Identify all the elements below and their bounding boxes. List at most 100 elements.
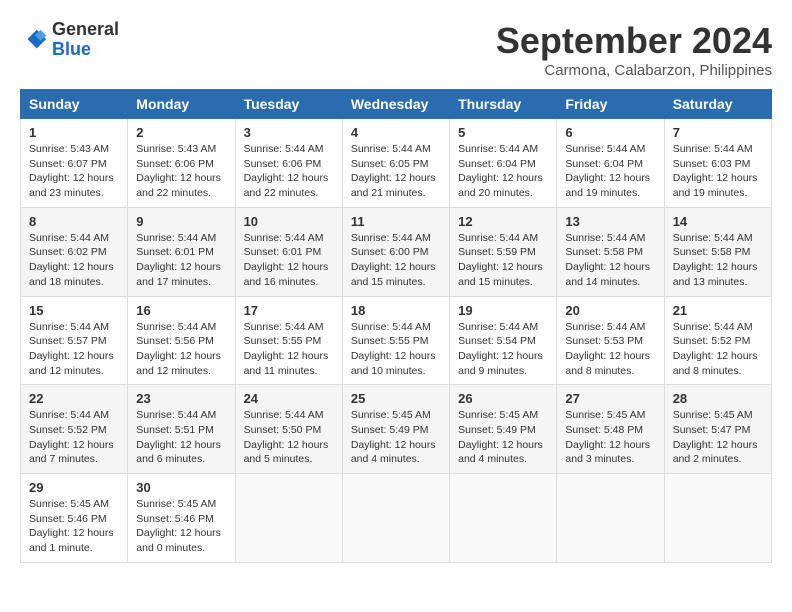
sunrise-label: Sunrise: 5:44 AM (458, 143, 538, 155)
day-number: 22 (29, 391, 119, 406)
day-info: Sunrise: 5:43 AM Sunset: 6:06 PM Dayligh… (136, 142, 226, 201)
sunrise-label: Sunrise: 5:44 AM (458, 232, 538, 244)
calendar-header-row: SundayMondayTuesdayWednesdayThursdayFrid… (21, 90, 772, 119)
day-number: 19 (458, 303, 548, 318)
sunset-label: Sunset: 5:55 PM (244, 335, 322, 347)
day-info: Sunrise: 5:44 AM Sunset: 5:59 PM Dayligh… (458, 231, 548, 290)
sunset-label: Sunset: 6:01 PM (136, 246, 214, 258)
calendar-cell: 21 Sunrise: 5:44 AM Sunset: 5:52 PM Dayl… (664, 296, 771, 385)
daylight-label: Daylight: 12 hours and 11 minutes. (244, 350, 329, 377)
daylight-label: Daylight: 12 hours and 20 minutes. (458, 172, 543, 199)
day-number: 8 (29, 214, 119, 229)
sunset-label: Sunset: 5:53 PM (565, 335, 643, 347)
sunset-label: Sunset: 5:48 PM (565, 424, 643, 436)
sunset-label: Sunset: 5:54 PM (458, 335, 536, 347)
sunset-label: Sunset: 5:49 PM (458, 424, 536, 436)
calendar-body: 1 Sunrise: 5:43 AM Sunset: 6:07 PM Dayli… (21, 119, 772, 563)
calendar-cell: 17 Sunrise: 5:44 AM Sunset: 5:55 PM Dayl… (235, 296, 342, 385)
day-number: 5 (458, 125, 548, 140)
calendar-cell: 2 Sunrise: 5:43 AM Sunset: 6:06 PM Dayli… (128, 119, 235, 208)
logo-icon (20, 26, 48, 54)
day-info: Sunrise: 5:44 AM Sunset: 5:52 PM Dayligh… (29, 408, 119, 467)
calendar-cell: 24 Sunrise: 5:44 AM Sunset: 5:50 PM Dayl… (235, 385, 342, 474)
sunrise-label: Sunrise: 5:44 AM (565, 143, 645, 155)
day-number: 27 (565, 391, 655, 406)
day-number: 21 (673, 303, 763, 318)
day-info: Sunrise: 5:44 AM Sunset: 5:55 PM Dayligh… (244, 320, 334, 379)
day-number: 13 (565, 214, 655, 229)
day-info: Sunrise: 5:44 AM Sunset: 5:55 PM Dayligh… (351, 320, 441, 379)
daylight-label: Daylight: 12 hours and 2 minutes. (673, 439, 758, 466)
calendar-cell: 9 Sunrise: 5:44 AM Sunset: 6:01 PM Dayli… (128, 207, 235, 296)
daylight-label: Daylight: 12 hours and 18 minutes. (29, 261, 114, 288)
calendar-header-saturday: Saturday (664, 90, 771, 119)
calendar-cell: 15 Sunrise: 5:44 AM Sunset: 5:57 PM Dayl… (21, 296, 128, 385)
calendar-cell: 8 Sunrise: 5:44 AM Sunset: 6:02 PM Dayli… (21, 207, 128, 296)
day-info: Sunrise: 5:44 AM Sunset: 6:06 PM Dayligh… (244, 142, 334, 201)
logo-blue: Blue (52, 40, 119, 60)
day-info: Sunrise: 5:45 AM Sunset: 5:47 PM Dayligh… (673, 408, 763, 467)
sunrise-label: Sunrise: 5:44 AM (136, 321, 216, 333)
day-number: 25 (351, 391, 441, 406)
calendar-cell: 22 Sunrise: 5:44 AM Sunset: 5:52 PM Dayl… (21, 385, 128, 474)
day-number: 12 (458, 214, 548, 229)
daylight-label: Daylight: 12 hours and 0 minutes. (136, 527, 221, 554)
day-number: 1 (29, 125, 119, 140)
day-info: Sunrise: 5:45 AM Sunset: 5:49 PM Dayligh… (458, 408, 548, 467)
sunset-label: Sunset: 5:47 PM (673, 424, 751, 436)
daylight-label: Daylight: 12 hours and 19 minutes. (565, 172, 650, 199)
day-number: 23 (136, 391, 226, 406)
daylight-label: Daylight: 12 hours and 14 minutes. (565, 261, 650, 288)
day-info: Sunrise: 5:44 AM Sunset: 5:57 PM Dayligh… (29, 320, 119, 379)
sunset-label: Sunset: 5:51 PM (136, 424, 214, 436)
day-info: Sunrise: 5:44 AM Sunset: 5:51 PM Dayligh… (136, 408, 226, 467)
sunset-label: Sunset: 5:55 PM (351, 335, 429, 347)
day-number: 20 (565, 303, 655, 318)
location: Carmona, Calabarzon, Philippines (496, 62, 772, 79)
calendar-week-4: 22 Sunrise: 5:44 AM Sunset: 5:52 PM Dayl… (21, 385, 772, 474)
calendar-cell: 23 Sunrise: 5:44 AM Sunset: 5:51 PM Dayl… (128, 385, 235, 474)
calendar-cell: 25 Sunrise: 5:45 AM Sunset: 5:49 PM Dayl… (342, 385, 449, 474)
sunrise-label: Sunrise: 5:45 AM (565, 409, 645, 421)
sunrise-label: Sunrise: 5:45 AM (458, 409, 538, 421)
calendar-cell: 7 Sunrise: 5:44 AM Sunset: 6:03 PM Dayli… (664, 119, 771, 208)
sunrise-label: Sunrise: 5:43 AM (136, 143, 216, 155)
sunrise-label: Sunrise: 5:45 AM (136, 498, 216, 510)
daylight-label: Daylight: 12 hours and 4 minutes. (351, 439, 436, 466)
day-number: 6 (565, 125, 655, 140)
day-number: 10 (244, 214, 334, 229)
daylight-label: Daylight: 12 hours and 8 minutes. (565, 350, 650, 377)
calendar-cell: 16 Sunrise: 5:44 AM Sunset: 5:56 PM Dayl… (128, 296, 235, 385)
daylight-label: Daylight: 12 hours and 12 minutes. (29, 350, 114, 377)
calendar-cell: 12 Sunrise: 5:44 AM Sunset: 5:59 PM Dayl… (450, 207, 557, 296)
day-number: 2 (136, 125, 226, 140)
sunset-label: Sunset: 5:49 PM (351, 424, 429, 436)
sunset-label: Sunset: 5:46 PM (29, 513, 107, 525)
calendar-header-tuesday: Tuesday (235, 90, 342, 119)
sunrise-label: Sunrise: 5:44 AM (244, 143, 324, 155)
calendar-cell (235, 474, 342, 563)
daylight-label: Daylight: 12 hours and 13 minutes. (673, 261, 758, 288)
daylight-label: Daylight: 12 hours and 16 minutes. (244, 261, 329, 288)
calendar-cell: 3 Sunrise: 5:44 AM Sunset: 6:06 PM Dayli… (235, 119, 342, 208)
daylight-label: Daylight: 12 hours and 9 minutes. (458, 350, 543, 377)
calendar-header-friday: Friday (557, 90, 664, 119)
calendar-cell: 30 Sunrise: 5:45 AM Sunset: 5:46 PM Dayl… (128, 474, 235, 563)
calendar-header-wednesday: Wednesday (342, 90, 449, 119)
daylight-label: Daylight: 12 hours and 22 minutes. (136, 172, 221, 199)
calendar-header-thursday: Thursday (450, 90, 557, 119)
daylight-label: Daylight: 12 hours and 8 minutes. (673, 350, 758, 377)
day-info: Sunrise: 5:44 AM Sunset: 5:53 PM Dayligh… (565, 320, 655, 379)
daylight-label: Daylight: 12 hours and 15 minutes. (351, 261, 436, 288)
calendar-cell: 10 Sunrise: 5:44 AM Sunset: 6:01 PM Dayl… (235, 207, 342, 296)
sunrise-label: Sunrise: 5:44 AM (244, 409, 324, 421)
sunrise-label: Sunrise: 5:44 AM (458, 321, 538, 333)
day-info: Sunrise: 5:44 AM Sunset: 5:58 PM Dayligh… (673, 231, 763, 290)
day-info: Sunrise: 5:45 AM Sunset: 5:49 PM Dayligh… (351, 408, 441, 467)
logo-general: General (52, 20, 119, 40)
sunrise-label: Sunrise: 5:45 AM (351, 409, 431, 421)
month-title: September 2024 (496, 20, 772, 62)
daylight-label: Daylight: 12 hours and 19 minutes. (673, 172, 758, 199)
calendar-cell (450, 474, 557, 563)
title-block: September 2024 Carmona, Calabarzon, Phil… (496, 20, 772, 79)
